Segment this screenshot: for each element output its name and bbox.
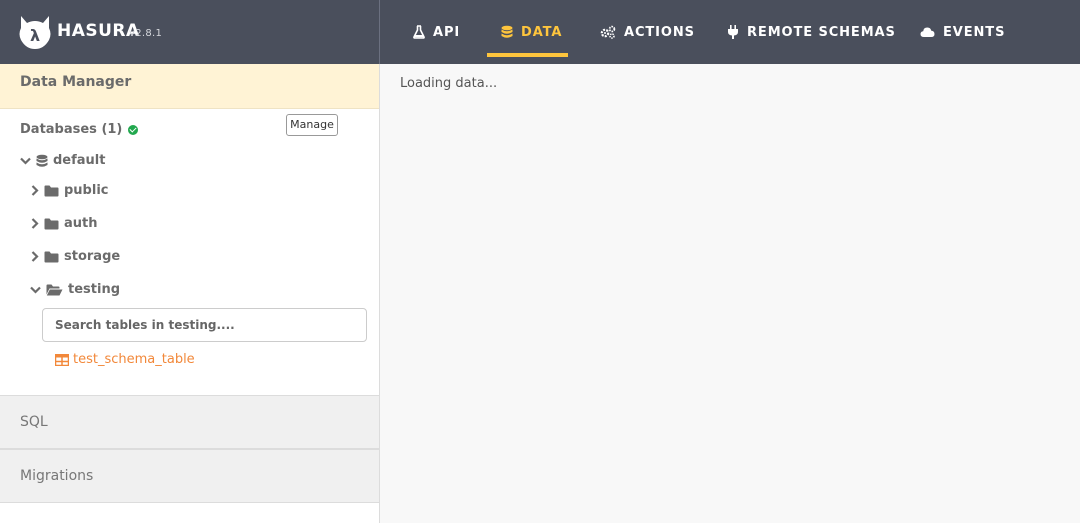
- tree-item-schema-label: storage: [64, 249, 121, 264]
- svg-text:λ: λ: [30, 26, 40, 45]
- nav-api-label: API: [433, 24, 461, 40]
- sidebar: Data Manager Databases (1) Manage defaul…: [0, 64, 380, 523]
- sql-label: SQL: [20, 414, 48, 430]
- tree-item-schema-label: testing: [68, 282, 120, 297]
- sql-section[interactable]: SQL: [0, 395, 379, 449]
- nav-events[interactable]: EVENTS: [920, 0, 1005, 64]
- version-label: v2.8.1: [129, 28, 163, 39]
- plug-icon: [728, 25, 738, 39]
- status-check-icon: [128, 124, 139, 135]
- migrations-label: Migrations: [20, 468, 94, 484]
- nav-actions-label: ACTIONS: [624, 24, 695, 40]
- flask-icon: [413, 25, 425, 39]
- cogs-icon: [600, 25, 616, 39]
- chevron-right-icon: [31, 218, 39, 229]
- nav-remote-schemas-label: REMOTE SCHEMAS: [747, 24, 896, 40]
- tree-item-schema-testing[interactable]: testing: [30, 282, 120, 297]
- folder-icon: [44, 251, 59, 262]
- cloud-icon: [920, 27, 935, 37]
- brand[interactable]: λ HASURA v2.8.1: [0, 0, 380, 64]
- tree-item-schema-auth[interactable]: auth: [31, 216, 98, 231]
- nav-actions[interactable]: ACTIONS: [600, 0, 695, 64]
- table-icon: [55, 353, 69, 366]
- nav-data[interactable]: DATA: [487, 0, 568, 64]
- tree-item-schema-storage[interactable]: storage: [31, 249, 120, 264]
- databases-title: Databases (1): [20, 122, 139, 137]
- nav-remote-schemas[interactable]: REMOTE SCHEMAS: [727, 0, 896, 64]
- nav-api[interactable]: API: [413, 0, 460, 64]
- chevron-right-icon: [31, 251, 39, 262]
- top-navbar: λ HASURA v2.8.1 API DATA ACTIONS REMOTE …: [0, 0, 1080, 64]
- table-item-test-schema-table[interactable]: test_schema_table: [55, 352, 195, 367]
- chevron-right-icon: [31, 185, 39, 196]
- nav-data-label: DATA: [521, 24, 563, 40]
- main-content: Loading data...: [380, 64, 1080, 523]
- migrations-section[interactable]: Migrations: [0, 449, 379, 503]
- nav-events-label: EVENTS: [943, 24, 1006, 40]
- chevron-down-icon: [30, 286, 41, 294]
- databases-label: Databases (1): [20, 122, 123, 137]
- database-icon: [501, 25, 513, 38]
- folder-icon: [44, 185, 59, 196]
- table-item-label: test_schema_table: [73, 352, 195, 367]
- folder-icon: [44, 218, 59, 229]
- tree-item-schema-label: auth: [64, 216, 98, 231]
- tree-item-default[interactable]: default: [20, 153, 105, 168]
- logo-text: HASURA: [57, 21, 140, 41]
- data-manager-header[interactable]: Data Manager: [0, 64, 379, 109]
- folder-open-icon: [46, 284, 63, 295]
- manage-button[interactable]: Manage: [286, 114, 338, 136]
- data-manager-title: Data Manager: [20, 74, 132, 90]
- chevron-down-icon: [20, 157, 31, 165]
- hasura-logo-icon: λ: [19, 16, 51, 49]
- database-icon: [36, 154, 48, 167]
- tree-item-schema-label: public: [64, 183, 109, 198]
- tree-item-schema-public[interactable]: public: [31, 183, 108, 198]
- tree-item-default-label: default: [53, 153, 106, 168]
- loading-text: Loading data...: [400, 76, 498, 91]
- active-tab-indicator: [487, 53, 568, 57]
- search-tables-input[interactable]: [42, 308, 367, 342]
